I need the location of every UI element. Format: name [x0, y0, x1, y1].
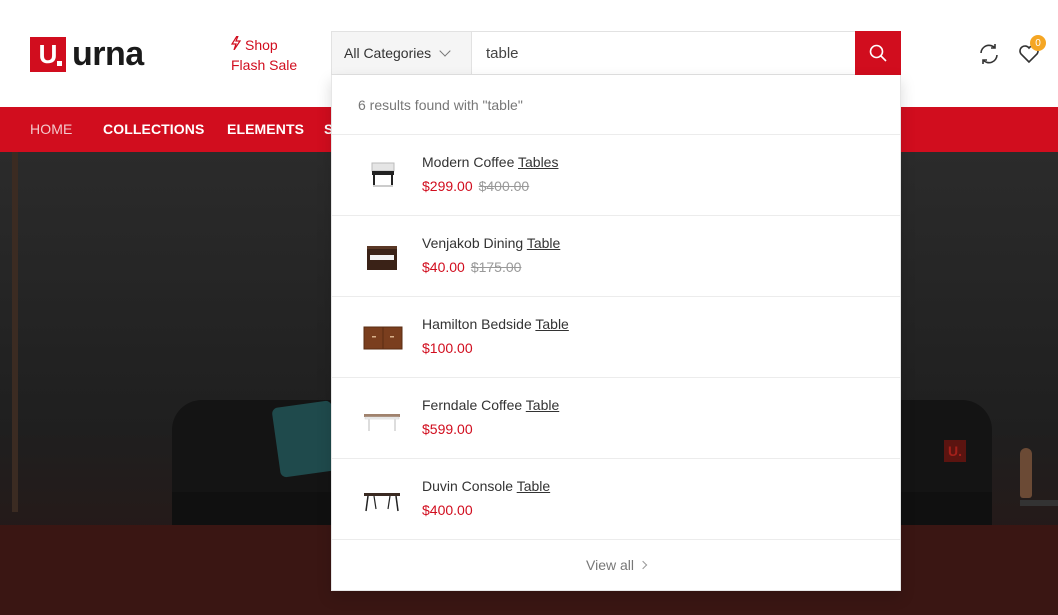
search-bar: All Categories	[331, 31, 901, 75]
result-name-prefix: Ferndale Coffee	[422, 397, 526, 413]
search-button[interactable]	[855, 31, 901, 75]
result-price: $40.00	[422, 259, 465, 275]
result-price-row: $100.00	[422, 340, 479, 356]
category-select[interactable]: All Categories	[332, 32, 472, 74]
view-all-link[interactable]: View all	[332, 540, 900, 590]
result-price: $599.00	[422, 421, 473, 437]
wishlist-count-badge: 0	[1030, 35, 1046, 51]
refresh-icon[interactable]	[977, 42, 1001, 66]
white-side-table-icon	[371, 162, 395, 187]
result-item[interactable]: Ferndale Coffee Table $599.00	[332, 378, 900, 459]
result-name-prefix: Hamilton Bedside	[422, 316, 536, 332]
chevron-right-icon	[638, 560, 648, 570]
result-name: Modern Coffee Tables	[422, 154, 558, 170]
logo-name: urna	[72, 35, 144, 73]
hero-side-table	[1020, 500, 1058, 506]
nav-item-elements[interactable]: ELEMENTS	[227, 121, 304, 137]
search-icon	[869, 44, 887, 62]
logo[interactable]: U urna	[30, 36, 144, 72]
result-name: Hamilton Bedside Table	[422, 316, 569, 332]
result-item[interactable]: Duvin Console Table $400.00	[332, 459, 900, 540]
result-name-match: Table	[525, 397, 560, 413]
view-all-label: View all	[586, 557, 634, 573]
flash-sale-link[interactable]: Shop Flash Sale	[231, 35, 297, 75]
hero-vase	[1020, 448, 1032, 498]
logo-letter: U	[38, 38, 58, 69]
flash-sale-line2: Flash Sale	[231, 57, 298, 73]
logo-mark: U	[30, 36, 66, 72]
result-old-price: $175.00	[470, 259, 522, 275]
result-name: Duvin Console Table	[422, 478, 550, 494]
result-name-match: Table	[535, 316, 569, 332]
result-name-prefix: Modern Coffee	[422, 154, 518, 170]
result-price: $299.00	[422, 178, 473, 194]
result-name-match: Table	[526, 235, 561, 251]
flash-sale-shop: Shop	[245, 37, 278, 53]
result-price-row: $599.00	[422, 421, 479, 437]
result-price-row: $40.00 $175.00	[422, 259, 521, 275]
hero-brand-mark: U.	[944, 440, 966, 462]
nav-item-collections[interactable]: COLLECTIONS	[103, 121, 204, 137]
lightning-icon	[231, 36, 241, 50]
results-count: 6 results found with "table"	[332, 75, 900, 135]
result-old-price: $400.00	[478, 178, 530, 194]
console-table-icon	[364, 493, 400, 512]
hero-shelf	[0, 152, 18, 512]
result-item[interactable]: Hamilton Bedside Table $100.00	[332, 297, 900, 378]
result-item[interactable]: Modern Coffee Tables $299.00 $400.00	[332, 135, 900, 216]
logo-dot	[57, 60, 62, 66]
result-item[interactable]: Venjakob Dining Table $40.00 $175.00	[332, 216, 900, 297]
flash-sale-line1: Shop	[231, 35, 297, 55]
page: U. U urna Shop Flash Sale All Categories	[0, 0, 1058, 615]
result-name: Ferndale Coffee Table	[422, 397, 559, 413]
result-name-prefix: Duvin Console	[422, 478, 517, 494]
result-price: $100.00	[422, 340, 473, 356]
search-input[interactable]	[472, 32, 855, 74]
dark-drawer-table-icon	[367, 246, 397, 270]
result-price-row: $400.00	[422, 502, 479, 518]
category-select-value: All Categories	[344, 45, 432, 61]
result-price: $400.00	[422, 502, 473, 518]
result-name: Venjakob Dining Table	[422, 235, 560, 251]
result-name-match: Table	[516, 478, 551, 494]
wood-cabinet-icon	[363, 326, 403, 350]
white-coffee-table-icon	[364, 414, 400, 431]
nav-item-home[interactable]: HOME	[30, 121, 72, 137]
result-name-match: Tables	[518, 154, 559, 170]
result-name-prefix: Venjakob Dining	[422, 235, 527, 251]
result-price-row: $299.00 $400.00	[422, 178, 529, 194]
chevron-down-icon	[439, 45, 451, 57]
search-results-dropdown: 6 results found with "table" Modern Coff…	[331, 75, 901, 591]
